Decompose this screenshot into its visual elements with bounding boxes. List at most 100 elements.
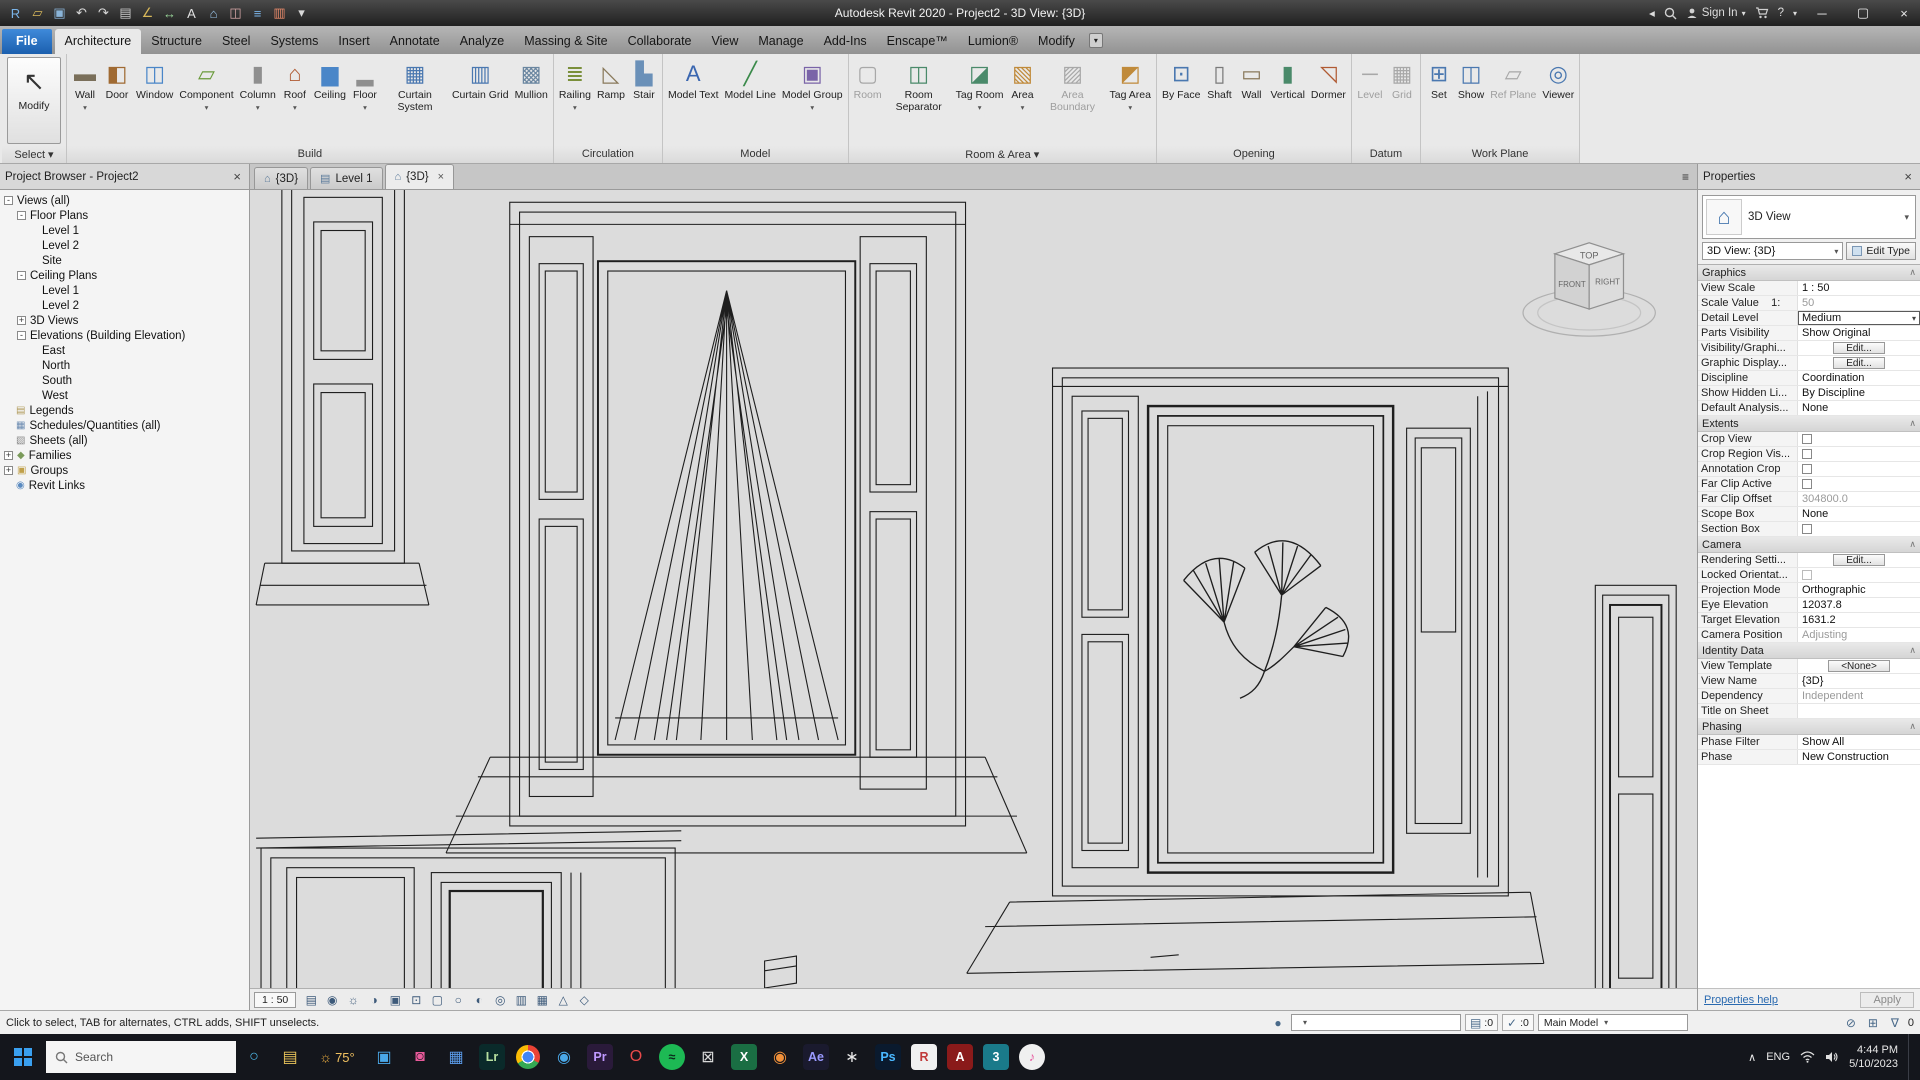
browser-item-sheets-all-16[interactable]: ▧ Sheets (all)	[0, 433, 249, 448]
volume-icon[interactable]	[1825, 1051, 1839, 1063]
browser-item-site-4[interactable]: Site	[0, 253, 249, 268]
property-value-projection-mode[interactable]: Orthographic	[1798, 583, 1920, 597]
save-icon[interactable]: ▣	[49, 2, 70, 24]
tool-show-button[interactable]: ◫ Show	[1455, 55, 1487, 146]
tool-tag-room-button[interactable]: ◪ Tag Room ▾	[953, 55, 1007, 146]
property-value-dependency[interactable]: Independent	[1798, 689, 1920, 703]
viewcube-top-label[interactable]: TOP	[1580, 251, 1599, 261]
property-value-eye-elevation[interactable]: 12037.8	[1798, 598, 1920, 612]
tool-viewer-button[interactable]: ◎ Viewer	[1539, 55, 1577, 146]
show-desktop-edge[interactable]	[1908, 1034, 1914, 1080]
tool-dormer-button[interactable]: ◹ Dormer	[1308, 55, 1349, 146]
selection-filter-icon[interactable]: ∇	[1886, 1016, 1904, 1030]
collapse-icon[interactable]: -	[17, 271, 26, 280]
tab-list-button[interactable]: ≡	[1682, 170, 1689, 184]
ribbon-tab-enscape[interactable]: Enscape™	[877, 29, 958, 54]
ribbon-tab-file[interactable]: File	[2, 29, 52, 54]
pending-edits-badge[interactable]: ✓ :0	[1502, 1014, 1534, 1031]
sign-in-dropdown-icon[interactable]: ▾	[1742, 9, 1746, 18]
tool-area-button[interactable]: ▧ Area ▾	[1007, 55, 1039, 146]
collapse-section-icon[interactable]: ∧	[1909, 721, 1916, 732]
property-value-view-template[interactable]: <None>	[1798, 659, 1920, 673]
shadows-icon[interactable]: ◑	[364, 991, 384, 1008]
taskbar-app-autocad[interactable]: A	[942, 1037, 978, 1077]
crop-view-icon[interactable]: ⊡	[406, 991, 426, 1008]
open-icon[interactable]: ▱	[27, 2, 48, 24]
view-template-button[interactable]: <None>	[1828, 660, 1890, 672]
type-selector-dropdown-icon[interactable]: ▾	[1904, 212, 1915, 223]
graphic-display-button[interactable]: Edit...	[1833, 357, 1885, 369]
area-dropdown-icon[interactable]: ▾	[1021, 103, 1025, 112]
undo-icon[interactable]: ↶	[71, 2, 92, 24]
ribbon-tab-architecture[interactable]: Architecture	[54, 29, 142, 54]
press-drag-icon[interactable]: ⊞	[1864, 1016, 1882, 1030]
properties-header[interactable]: Properties ×	[1697, 164, 1920, 189]
tool-roof-button[interactable]: ⌂ Roof ▾	[279, 55, 311, 146]
tool-vertical-button[interactable]: ▮ Vertical	[1267, 55, 1307, 146]
annotation-crop-checkbox[interactable]	[1802, 464, 1812, 474]
taskbar-app-cortana[interactable]: ○	[236, 1037, 272, 1077]
floor-dropdown-icon[interactable]: ▾	[363, 103, 367, 112]
browser-item-level-2-3[interactable]: Level 2	[0, 238, 249, 253]
browser-item-groups-18[interactable]: + ▣ Groups	[0, 463, 249, 478]
ribbon-tab-steel[interactable]: Steel	[212, 29, 261, 54]
ribbon-tab-lumion[interactable]: Lumion®	[958, 29, 1028, 54]
sign-in-button[interactable]: Sign In ▾	[1686, 7, 1746, 19]
expand-icon[interactable]: +	[17, 316, 26, 325]
taskbar-clock[interactable]: 4:44 PM 5/10/2023	[1849, 1043, 1898, 1072]
temporary-hide-isolate-icon[interactable]: ◐	[469, 991, 489, 1008]
taskbar-app-firefox[interactable]: ◉	[762, 1037, 798, 1077]
browser-item-schedules-quantities-all-15[interactable]: ▦ Schedules/Quantities (all)	[0, 418, 249, 433]
tool-tag-area-button[interactable]: ◩ Tag Area ▾	[1107, 55, 1154, 146]
viewcube-right-label[interactable]: RIGHT	[1595, 278, 1620, 287]
railing-dropdown-icon[interactable]: ▾	[573, 103, 577, 112]
crop-view-checkbox[interactable]	[1802, 434, 1812, 444]
lock-3d-view-icon[interactable]: ○	[448, 991, 468, 1008]
section-box-checkbox[interactable]	[1802, 524, 1812, 534]
tool-curtain-grid-button[interactable]: ▥ Curtain Grid	[449, 55, 512, 146]
property-value-title-on-sheet[interactable]	[1798, 704, 1920, 718]
view-tab-3d-2[interactable]: ⌂ {3D} ×	[384, 164, 455, 189]
rendering-dialog-icon[interactable]: ▣	[385, 991, 405, 1008]
viewcube-front-label[interactable]: FRONT	[1558, 280, 1586, 289]
taskbar-app-file-explorer[interactable]: ▤	[272, 1037, 308, 1077]
active-workset-select[interactable]: ▾	[1290, 1014, 1461, 1031]
property-value-annotation-crop[interactable]	[1798, 462, 1920, 476]
taskbar-app-paw-app[interactable]: ∗	[834, 1037, 870, 1077]
value-dropdown-icon[interactable]: ▾	[1912, 314, 1916, 323]
collapse-section-icon[interactable]: ∧	[1909, 539, 1916, 550]
ribbon-tab-massing-site[interactable]: Massing & Site	[514, 29, 617, 54]
taskbar-app-opera[interactable]: O	[618, 1037, 654, 1077]
workflow-dropdown[interactable]: ▾	[1088, 32, 1103, 48]
browser-item-level-1-6[interactable]: Level 1	[0, 283, 249, 298]
help-dropdown-icon[interactable]: ▾	[1793, 9, 1797, 18]
wall-dropdown-icon[interactable]: ▾	[83, 103, 87, 112]
property-value-target-elevation[interactable]: 1631.2	[1798, 613, 1920, 627]
tool-by-face-button[interactable]: ⊡ By Face	[1159, 55, 1204, 146]
browser-item-legends-14[interactable]: ▤ Legends	[0, 403, 249, 418]
far-clip-active-checkbox[interactable]	[1802, 479, 1812, 489]
property-value-camera-position[interactable]: Adjusting	[1798, 628, 1920, 642]
property-value-graphic-display[interactable]: Edit...	[1798, 356, 1920, 370]
tool-set-button[interactable]: ⊞ Set	[1423, 55, 1455, 146]
ribbon-tab-view[interactable]: View	[702, 29, 749, 54]
hidden-icons-chevron[interactable]: ∧	[1748, 1051, 1756, 1064]
property-value-locked-orientat[interactable]	[1798, 568, 1920, 582]
temporary-view-properties-icon[interactable]: ▦	[532, 991, 552, 1008]
property-value-detail-level[interactable]: Medium ▾	[1798, 311, 1920, 325]
collapse-pane-icon[interactable]: ◂	[1649, 6, 1655, 20]
crop-region-vis-checkbox[interactable]	[1802, 449, 1812, 459]
tool-model-line-button[interactable]: ╱ Model Line	[722, 55, 779, 146]
close-button[interactable]: ×	[1888, 0, 1920, 26]
modify-button[interactable]: ↖ Modify	[7, 57, 61, 144]
worksharing-display-icon[interactable]: ▥	[511, 991, 531, 1008]
ribbon-group-label-room-area[interactable]: Room & Area ▾	[848, 146, 1156, 163]
edit-type-button[interactable]: Edit Type	[1846, 242, 1916, 260]
ribbon-tab-add-ins[interactable]: Add-Ins	[814, 29, 877, 54]
taskbar-app-3ds-max[interactable]: 3	[978, 1037, 1014, 1077]
print-icon[interactable]: ▤	[115, 2, 136, 24]
measure-icon[interactable]: ∠	[137, 2, 158, 24]
tool-model-group-button[interactable]: ▣ Model Group ▾	[779, 55, 846, 146]
browser-item-west-13[interactable]: West	[0, 388, 249, 403]
type-selector[interactable]: ⌂ 3D View ▾	[1702, 195, 1916, 239]
